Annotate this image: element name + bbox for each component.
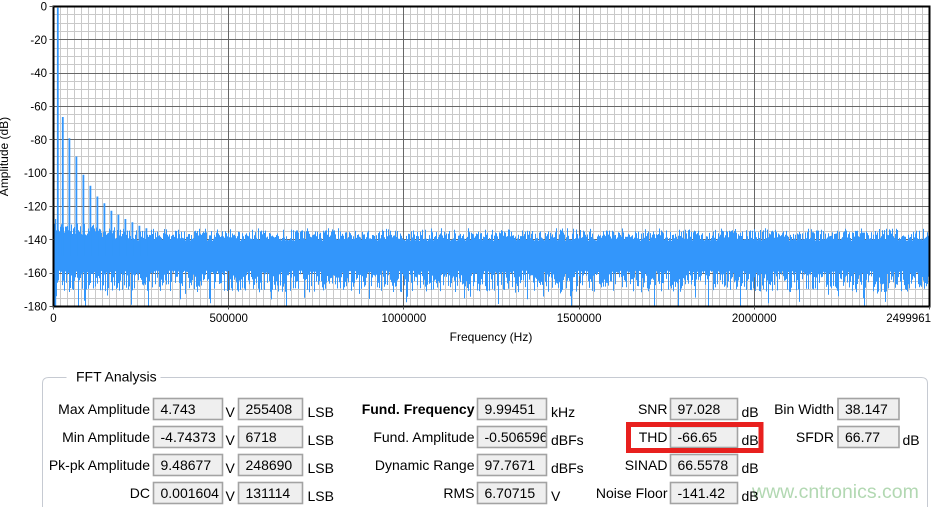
svg-text:V: V — [226, 488, 236, 504]
svg-text:-180: -180 — [24, 302, 47, 314]
svg-text:SNR: SNR — [638, 401, 668, 417]
svg-text:38.147: 38.147 — [845, 401, 888, 417]
svg-text:0: 0 — [41, 2, 47, 14]
svg-text:-0.506596: -0.506596 — [485, 429, 548, 445]
svg-text:66.5578: 66.5578 — [678, 457, 729, 473]
svg-text:97.028: 97.028 — [678, 401, 721, 417]
svg-text:V: V — [226, 460, 236, 476]
svg-text:9.99451: 9.99451 — [485, 401, 536, 417]
svg-text:0.001604: 0.001604 — [161, 485, 220, 501]
svg-text:6718: 6718 — [246, 429, 277, 445]
svg-text:9.48677: 9.48677 — [161, 457, 212, 473]
svg-text:LSB: LSB — [308, 432, 334, 448]
svg-text:Amplitude (dB): Amplitude (dB) — [0, 117, 11, 196]
svg-text:131114: 131114 — [246, 485, 291, 501]
svg-text:dB: dB — [742, 488, 759, 504]
svg-text:www.cntronics.com: www.cntronics.com — [751, 481, 919, 503]
svg-text:-141.42: -141.42 — [678, 485, 726, 501]
svg-text:Bin Width: Bin Width — [774, 401, 834, 417]
svg-text:4.743: 4.743 — [161, 401, 196, 417]
svg-text:SINAD: SINAD — [625, 457, 668, 473]
svg-text:2499961: 2499961 — [886, 313, 931, 325]
svg-text:248690: 248690 — [246, 457, 293, 473]
svg-text:-80: -80 — [30, 135, 47, 147]
svg-text:Dynamic Range: Dynamic Range — [375, 457, 475, 473]
svg-text:Frequency (Hz): Frequency (Hz) — [450, 330, 533, 344]
svg-text:Max Amplitude: Max Amplitude — [58, 401, 150, 417]
svg-text:Fund. Amplitude: Fund. Amplitude — [373, 429, 474, 445]
svg-text:-4.74373: -4.74373 — [161, 429, 216, 445]
svg-text:Pk-pk Amplitude: Pk-pk Amplitude — [49, 457, 150, 473]
svg-text:Min Amplitude: Min Amplitude — [62, 429, 150, 445]
svg-text:Noise Floor: Noise Floor — [596, 485, 668, 501]
svg-text:RMS: RMS — [443, 485, 474, 501]
svg-text:DC: DC — [130, 485, 150, 501]
svg-text:LSB: LSB — [308, 404, 334, 420]
svg-text:dB: dB — [742, 460, 759, 476]
svg-text:kHz: kHz — [551, 404, 575, 420]
svg-text:V: V — [226, 404, 236, 420]
svg-text:1500000: 1500000 — [557, 313, 602, 325]
svg-text:1000000: 1000000 — [382, 313, 427, 325]
svg-text:2000000: 2000000 — [732, 313, 777, 325]
svg-text:FFT Analysis: FFT Analysis — [76, 369, 157, 385]
svg-text:SFDR: SFDR — [796, 429, 834, 445]
svg-text:V: V — [226, 432, 236, 448]
svg-text:500000: 500000 — [210, 313, 248, 325]
svg-text:LSB: LSB — [308, 488, 334, 504]
svg-text:V: V — [551, 488, 561, 504]
svg-text:0: 0 — [50, 313, 56, 325]
svg-text:Fund. Frequency: Fund. Frequency — [362, 401, 475, 417]
svg-text:97.7671: 97.7671 — [485, 457, 536, 473]
svg-text:dBFs: dBFs — [551, 432, 584, 448]
svg-text:THD: THD — [639, 429, 668, 445]
svg-text:-120: -120 — [24, 202, 47, 214]
svg-text:66.77: 66.77 — [845, 429, 880, 445]
svg-text:-160: -160 — [24, 268, 47, 280]
svg-text:-40: -40 — [30, 68, 47, 80]
svg-text:-140: -140 — [24, 235, 47, 247]
svg-text:dBFs: dBFs — [551, 460, 584, 476]
svg-text:LSB: LSB — [308, 460, 334, 476]
svg-text:-20: -20 — [30, 35, 47, 47]
svg-text:6.70715: 6.70715 — [485, 485, 536, 501]
svg-text:dB: dB — [742, 404, 759, 420]
svg-text:-66.65: -66.65 — [678, 429, 718, 445]
svg-text:dB: dB — [742, 432, 759, 448]
svg-text:dB: dB — [903, 432, 920, 448]
svg-text:255408: 255408 — [246, 401, 293, 417]
svg-text:-60: -60 — [30, 102, 47, 114]
svg-text:-100: -100 — [24, 168, 47, 180]
